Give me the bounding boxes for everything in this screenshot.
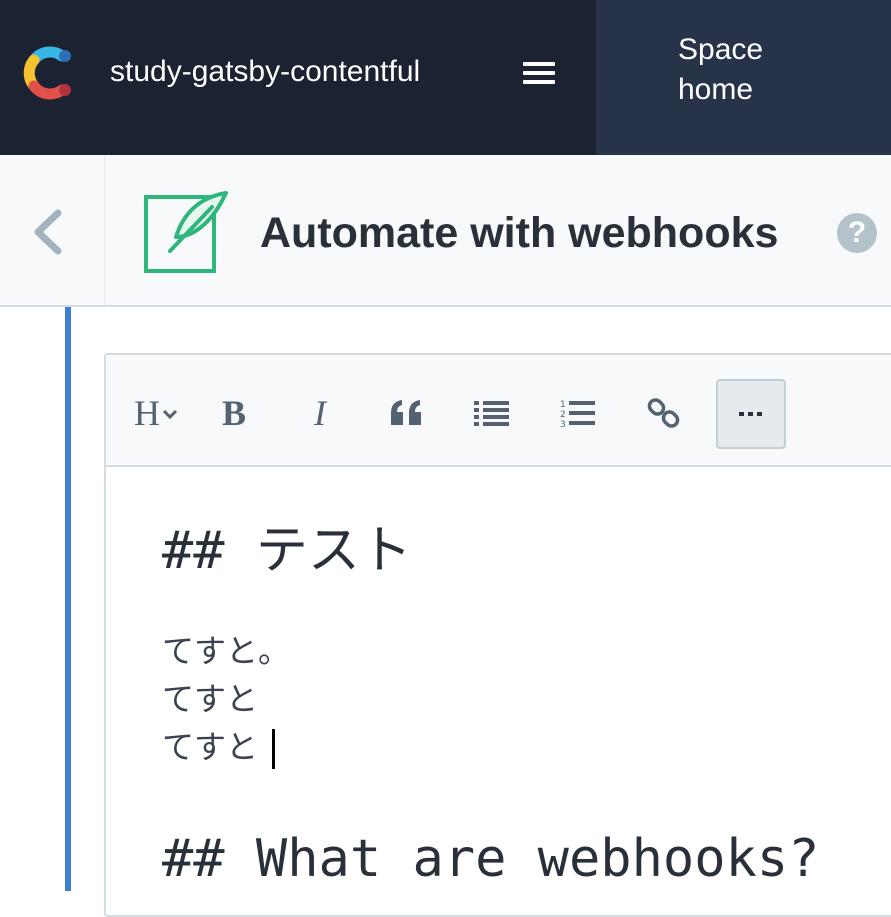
markdown-heading: ## テスト [162,521,412,581]
markdown-heading: ## What are webhooks? [162,829,820,889]
space-home-label: Space home [678,33,764,106]
chevron-down-icon [162,409,178,420]
chevron-left-icon [34,209,62,255]
italic-label: I [314,393,326,433]
text-line: てすと [162,723,819,771]
unordered-list-icon [474,401,509,426]
help-icon[interactable]: ? [837,213,877,253]
contentful-logo[interactable] [22,42,78,104]
link-icon [647,398,680,428]
feather-entry-icon [144,191,228,273]
text-line: てすと [162,680,259,718]
entry-header: Automate with webhooks ? [0,155,891,307]
bullet-list-button[interactable] [464,383,520,443]
bold-label: B [221,393,246,433]
entry-title: Automate with webhooks [260,209,779,257]
svg-text:1: 1 [560,400,566,410]
link-button[interactable] [636,383,692,443]
top-navigation-bar: study-gatsby-contentful Space home [0,0,891,155]
editor-text-area[interactable]: ## テスト てすと。 てすと てすと ## What are webhooks… [162,515,819,895]
svg-text:3: 3 [560,420,566,428]
back-button[interactable] [0,155,105,305]
editor-toolbar: H B I 1 2 3 [106,355,891,467]
text-line: てすと。 [162,632,291,670]
markdown-editor: H B I 1 2 3 ## テスト てすと。 てすと てすと ## What … [104,353,891,917]
svg-text:2: 2 [560,410,566,420]
quote-button[interactable] [378,383,434,443]
text-line-content: てすと [162,728,259,766]
bold-button[interactable]: B [206,383,262,443]
quote-icon [391,400,421,425]
numbered-list-button[interactable]: 1 2 3 [550,383,606,443]
space-home-button[interactable]: Space home [594,0,891,155]
italic-button[interactable]: I [292,383,348,443]
more-icon [739,412,762,416]
hamburger-icon[interactable] [517,53,561,93]
heading-label: H [134,393,160,433]
field-focus-indicator [65,307,71,891]
text-cursor [272,729,276,769]
space-name[interactable]: study-gatsby-contentful [110,52,420,92]
heading-dropdown-button[interactable]: H [124,383,188,443]
more-options-button[interactable] [716,379,786,449]
ordered-list-icon: 1 2 3 [560,400,595,428]
